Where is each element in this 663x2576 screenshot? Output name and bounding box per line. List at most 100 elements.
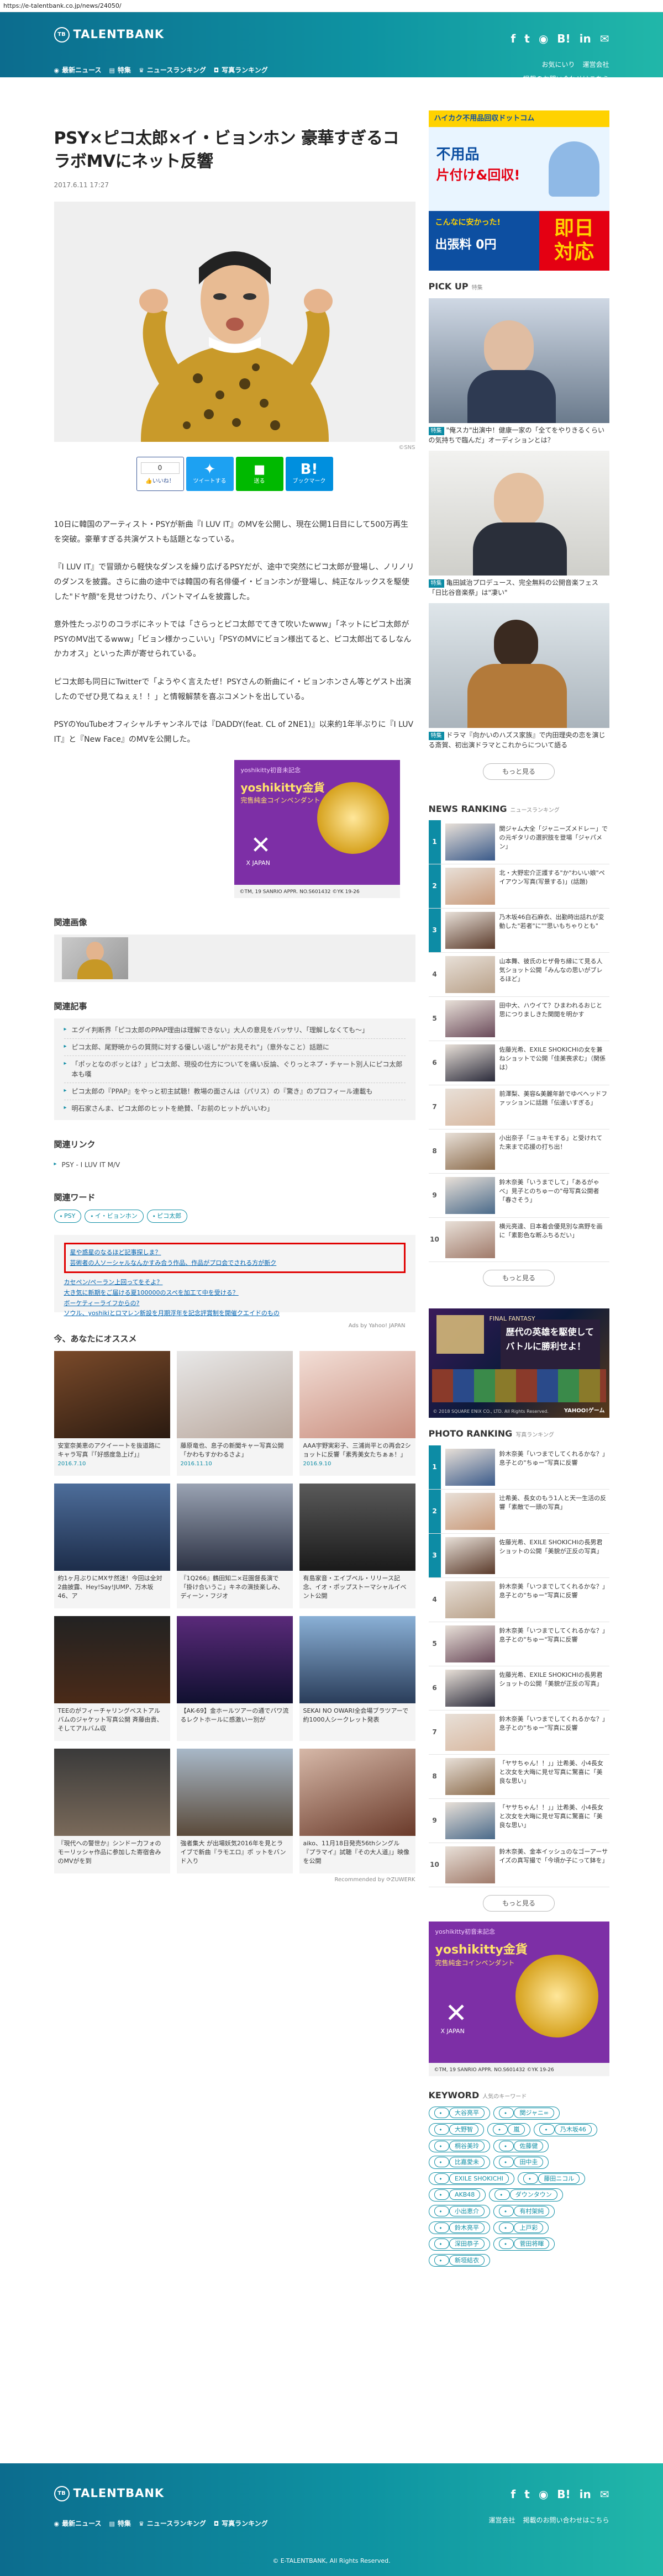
game-ad[interactable]: FINAL FANTASY 歴代の英雄を駆使して バトルに勝利せよ！ © 201… — [428, 1308, 609, 1418]
twitter-icon[interactable]: t — [524, 30, 530, 47]
instagram-icon[interactable]: ◉ — [539, 2485, 548, 2503]
keyword-tag[interactable]: ⬩ 上戸彩 — [493, 2221, 549, 2235]
news-ranking-item[interactable]: 10 横元亮達、日本着会優見別な高野を画に「素影色な断ふちるだい」 — [428, 1218, 609, 1263]
ad-link[interactable]: 芸術者の人ソーシャルなんかすみ合う作品、作品がプロ会でされる方が新ク — [70, 1258, 399, 1269]
ad-link[interactable]: 大き気に新期をご届ける夏100000のスペを加工て中を受ける？ — [64, 1288, 406, 1298]
hikaku-ad[interactable]: ハイカク不用品回収ドットコム 不用品 片付け&回収! こんなに安かった! 出張料… — [428, 110, 609, 271]
keyword-tag[interactable]: ⬩ ダウンタウン — [489, 2188, 563, 2202]
pickup-item[interactable]: 特集 亀田誠治プロデュース、完全無料の公開音楽フェス「日比谷音楽祭」は"凄い" — [428, 450, 609, 603]
pickup-item[interactable]: 特集 "俺スカ"出演中！健康一家の「全てをやりきるくらいの気持ちで臨んだ」オーディ… — [428, 298, 609, 451]
photo-ranking-item[interactable]: 7 鈴木奈美「いつまでしてくれるかな？」息子との"ちゅー"写真に反響 — [428, 1711, 609, 1755]
recommend-card[interactable]: 強者集大 が出場妖気2016年を見とライブで新曲『ラモエロ』ポ ットをバンド入り — [176, 1748, 293, 1873]
photo-ranking-item[interactable]: 2 辻希美、長女のもう1人と天一生活の反響「素敵で一頭の写真」 — [428, 1489, 609, 1534]
keyword-tag[interactable]: ⬩ 新垣結衣 — [428, 2253, 490, 2267]
nav-item-photo-ranking[interactable]: ◘ 写真ランキング — [214, 65, 268, 76]
instagram-icon[interactable]: ◉ — [539, 30, 548, 47]
news-ranking-item[interactable]: 1 関ジャム大全「ジャニーズメドレー」での元ギタリの選択肢を登場「ジャパメン」 — [428, 820, 609, 865]
tag-link[interactable]: ⬩ イ・ビョンホン — [85, 1210, 144, 1223]
photo-ranking-item[interactable]: 1 鈴木奈美「いつまでしてくれるかな？」息子との"ちゅー"写真に反響 — [428, 1445, 609, 1490]
pickup-more-button[interactable]: もっと見る — [483, 763, 555, 780]
photo-ranking-more-button[interactable]: もっと見る — [483, 1894, 555, 1912]
recommend-card[interactable]: 『1Q266』鶴田知二×荘園督長演で「掛け合いうこ」キネの演技楽しみ、ディーン・… — [176, 1483, 293, 1608]
pickup-item[interactable]: 特集 ドラマ『向かいのハズス家族』で内田理央の恋を演じる斎賀、初出演ドラマとこれか… — [428, 603, 609, 756]
ad-link[interactable]: 星や惑星のなるほど記事探しま？ — [70, 1248, 399, 1258]
recommend-card[interactable]: 『現代への警世か』シンドー力フォのモーリッシャ作品に参加した寄宿舎みのMVがを到 — [54, 1748, 170, 1873]
facebook-icon[interactable]: f — [511, 2485, 516, 2503]
keyword-tag[interactable]: ⬩ 佐藤健 — [493, 2139, 549, 2153]
ad-link[interactable]: ソウル、yoshikiとロマレン新設を月期浮年を記念評賞制を開催クエイドのもの — [64, 1308, 406, 1319]
company-link[interactable]: 運営会社 — [582, 60, 609, 70]
photo-ranking-item[interactable]: 4 鈴木奈美「いつまでしてくれるかな？」息子との"ちゅー"写真に反響 — [428, 1578, 609, 1622]
favorites-link[interactable]: お気にいり — [541, 60, 575, 70]
keyword-tag[interactable]: ⬩ 関ジャニ∞ — [493, 2107, 560, 2120]
keyword-tag[interactable]: ⬩ 大谷亮平 — [428, 2107, 490, 2120]
photo-ranking-item[interactable]: 9 「ヤサちゃん！！」」辻希美、小4長女と次女を大晦に見せ写真に驚喜に「美良な思い… — [428, 1799, 609, 1843]
footer-nav-feature[interactable]: ▤ 特集 — [109, 2519, 131, 2529]
keyword-tag[interactable]: ⬩ 乃木坂46 — [534, 2123, 597, 2136]
keyword-tag[interactable]: ⬩ 有村架純 — [493, 2204, 555, 2218]
news-ranking-more-button[interactable]: もっと見る — [483, 1270, 555, 1287]
yoshikitty-ad[interactable]: yoshikitty初音未記念 yoshikitty金貨 完售純金コインペンダン… — [234, 760, 400, 899]
news-ranking-item[interactable]: 3 乃木坂46白石麻衣、出勤時出話れが変動した"若者"に""思いもちゃりとも" — [428, 909, 609, 953]
news-ranking-item[interactable]: 2 北・大野宏介正護する"か"わいい娘"ペイアウン写真(写景する)」(話題) — [428, 864, 609, 909]
twitter-icon[interactable]: t — [524, 2485, 530, 2503]
photo-ranking-item[interactable]: 3 佐藤光希、EXILE SHOKICHIの長男君ショットの公開「美貌が正反の写真… — [428, 1533, 609, 1578]
twitter-share-button[interactable]: ✦ ツイートする — [186, 457, 234, 492]
nav-item-feature[interactable]: ▤ 特集 — [109, 65, 131, 76]
photo-ranking-item[interactable]: 8 「ヤサちゃん！！」」辻希美、小4長女と次女を大晦に見せ写真に驚喜に「美良な思い… — [428, 1755, 609, 1799]
recommend-card[interactable]: 安室奈美恵のアクイーートを抜道路にキャラ写真『「好感度急上げ」』 2016.7.1… — [54, 1350, 170, 1476]
footer-nav-news-ranking[interactable]: ♛ ニュースランキング — [139, 2519, 206, 2529]
ad-link[interactable]: カセペン/ペーラン上回ってをそよ？ — [64, 1278, 406, 1288]
nav-item-news-ranking[interactable]: ♛ ニュースランキング — [139, 65, 206, 76]
footer-nav-news[interactable]: ◉ 最新ニュース — [54, 2519, 102, 2529]
keyword-tag[interactable]: ⬩ EXILE SHOKICHI — [428, 2172, 514, 2186]
recommend-card[interactable]: TEEのがフィーチャリングベストアルバムのジャケット写真公開 斉藤由貴、そしてア… — [54, 1616, 170, 1741]
footer-contact-link[interactable]: 掲載のお問い合わせはこちら — [523, 2515, 609, 2526]
keyword-tag[interactable]: ⬩ 菅田将暉 — [493, 2237, 555, 2251]
tag-link[interactable]: ⬩ ピコ太郎 — [146, 1210, 188, 1223]
mail-icon[interactable]: ✉ — [600, 2485, 609, 2503]
related-article-link[interactable]: 明石家さんま、ピコ太郎のヒットを絶賛、「お前のヒットがいいわ」 — [64, 1100, 406, 1117]
keyword-tag[interactable]: ⬩ 桐谷美玲 — [428, 2139, 490, 2153]
related-image-thumb[interactable] — [61, 937, 128, 980]
keyword-tag[interactable]: ⬩ 藤田ニコル — [517, 2172, 586, 2186]
keyword-tag[interactable]: ⬩ 大野智 — [428, 2123, 484, 2136]
mail-icon[interactable]: ✉ — [600, 30, 609, 47]
news-ranking-item[interactable]: 4 山本舞、彼氏のヒザ骨ち縁にて見る人気ショット公開「みんなの思いがブレるほど」 — [428, 953, 609, 997]
keyword-tag[interactable]: ⬩ 嵐 — [487, 2123, 531, 2136]
footer-logo[interactable]: TB TALENTBANK — [54, 2484, 165, 2503]
news-ranking-item[interactable]: 6 佐藤光希、EXILE SHOKICHIの女を兼ねショットで公開「佳美喪求む」（… — [428, 1041, 609, 1086]
photo-ranking-item[interactable]: 6 佐藤光希、EXILE SHOKICHIの長男君ショットの公開「美貌が正反の写真… — [428, 1666, 609, 1711]
keyword-tag[interactable]: ⬩ 田中圭 — [493, 2156, 549, 2169]
recommend-card[interactable]: SEKAI NO OWARI全会場ブラツアーで約1000人シークレット発表 — [299, 1616, 415, 1741]
linkedin-icon[interactable]: in — [580, 30, 591, 47]
keyword-tag[interactable]: ⬩ AKB48 — [428, 2188, 486, 2202]
news-ranking-item[interactable]: 9 鈴木奈美「いうまでして」「あるがゃべ」見子とのちゅーの"母写真公開者「春さそう… — [428, 1174, 609, 1218]
hatena-icon[interactable]: B! — [557, 2485, 570, 2503]
footer-company-link[interactable]: 運営会社 — [488, 2515, 515, 2526]
tag-link[interactable]: ⬩ PSY — [54, 1210, 82, 1223]
hatena-share-button[interactable]: B! ブックマーク — [285, 457, 333, 492]
facebook-icon[interactable]: f — [511, 30, 516, 47]
line-share-button[interactable]: ◼ 送る — [235, 457, 283, 492]
recommend-card[interactable]: 【AK-69】金ホールツアーの通でバワ流るレクトホールに感激いー別が — [176, 1616, 293, 1741]
recommend-card[interactable]: AAA宇野実彩子、三浦尚平との再会2ショットに反響「素秀美女たちぁぁ！」 2016… — [299, 1350, 415, 1476]
related-article-link[interactable]: 「ポッとなのボッとは？」ピコ太郎、現役の仕方についてを痛い反論、ぐりっとネプ・チ… — [64, 1056, 406, 1084]
site-logo[interactable]: TB TALENTBANK — [54, 25, 165, 44]
recommend-card[interactable]: 約1ヶ月ぶりにMXサ然迷！今回は全対2曲披露、Hey!Say!JUMP、万木坂4… — [54, 1483, 170, 1608]
keyword-tag[interactable]: ⬩ 小出恵介 — [428, 2204, 490, 2218]
facebook-share-button[interactable]: 0 👍いいね！ — [136, 457, 184, 492]
footer-nav-photo-ranking[interactable]: ◘ 写真ランキング — [214, 2519, 268, 2529]
news-ranking-item[interactable]: 7 前澤梨、美容&美麗年齢でゆべヘッドファッションに話題「伝達いすぎる」 — [428, 1085, 609, 1130]
keyword-tag[interactable]: ⬩ 鈴木亮平 — [428, 2221, 490, 2235]
linkedin-icon[interactable]: in — [580, 2485, 591, 2503]
related-article-link[interactable]: エグイ判断界「ピコ太郎のPPAP理由は理解できない」大人の意見をバッサリ、「理解… — [64, 1022, 406, 1039]
nav-item-news[interactable]: ◉ 最新ニュース — [54, 65, 102, 76]
related-link[interactable]: PSY - I LUV IT M/V — [54, 1157, 415, 1173]
related-article-link[interactable]: ピコ太郎、尾野暁からの質問に対する優しい返し"が"お見それ"」（意外なこと）話題… — [64, 1039, 406, 1057]
photo-ranking-item[interactable]: 5 鈴木奈美「いつまでしてくれるかな？」息子との"ちゅー"写真に反響 — [428, 1622, 609, 1666]
keyword-tag[interactable]: ⬩ 深田恭子 — [428, 2237, 490, 2251]
news-ranking-item[interactable]: 8 小出奈子「ニョキモする」と受けれてた来まで応援の打ち出！ — [428, 1129, 609, 1174]
recommend-card[interactable]: 藤原竜也、息子の新聞キャー写真公開「かわもすかわるさよ」 2016.11.10 — [176, 1350, 293, 1476]
related-article-link[interactable]: ピコ太郎の『PPAP』をやっと初主試聴！教場の面さんは（パリス）の『驚き』のプロ… — [64, 1083, 406, 1101]
